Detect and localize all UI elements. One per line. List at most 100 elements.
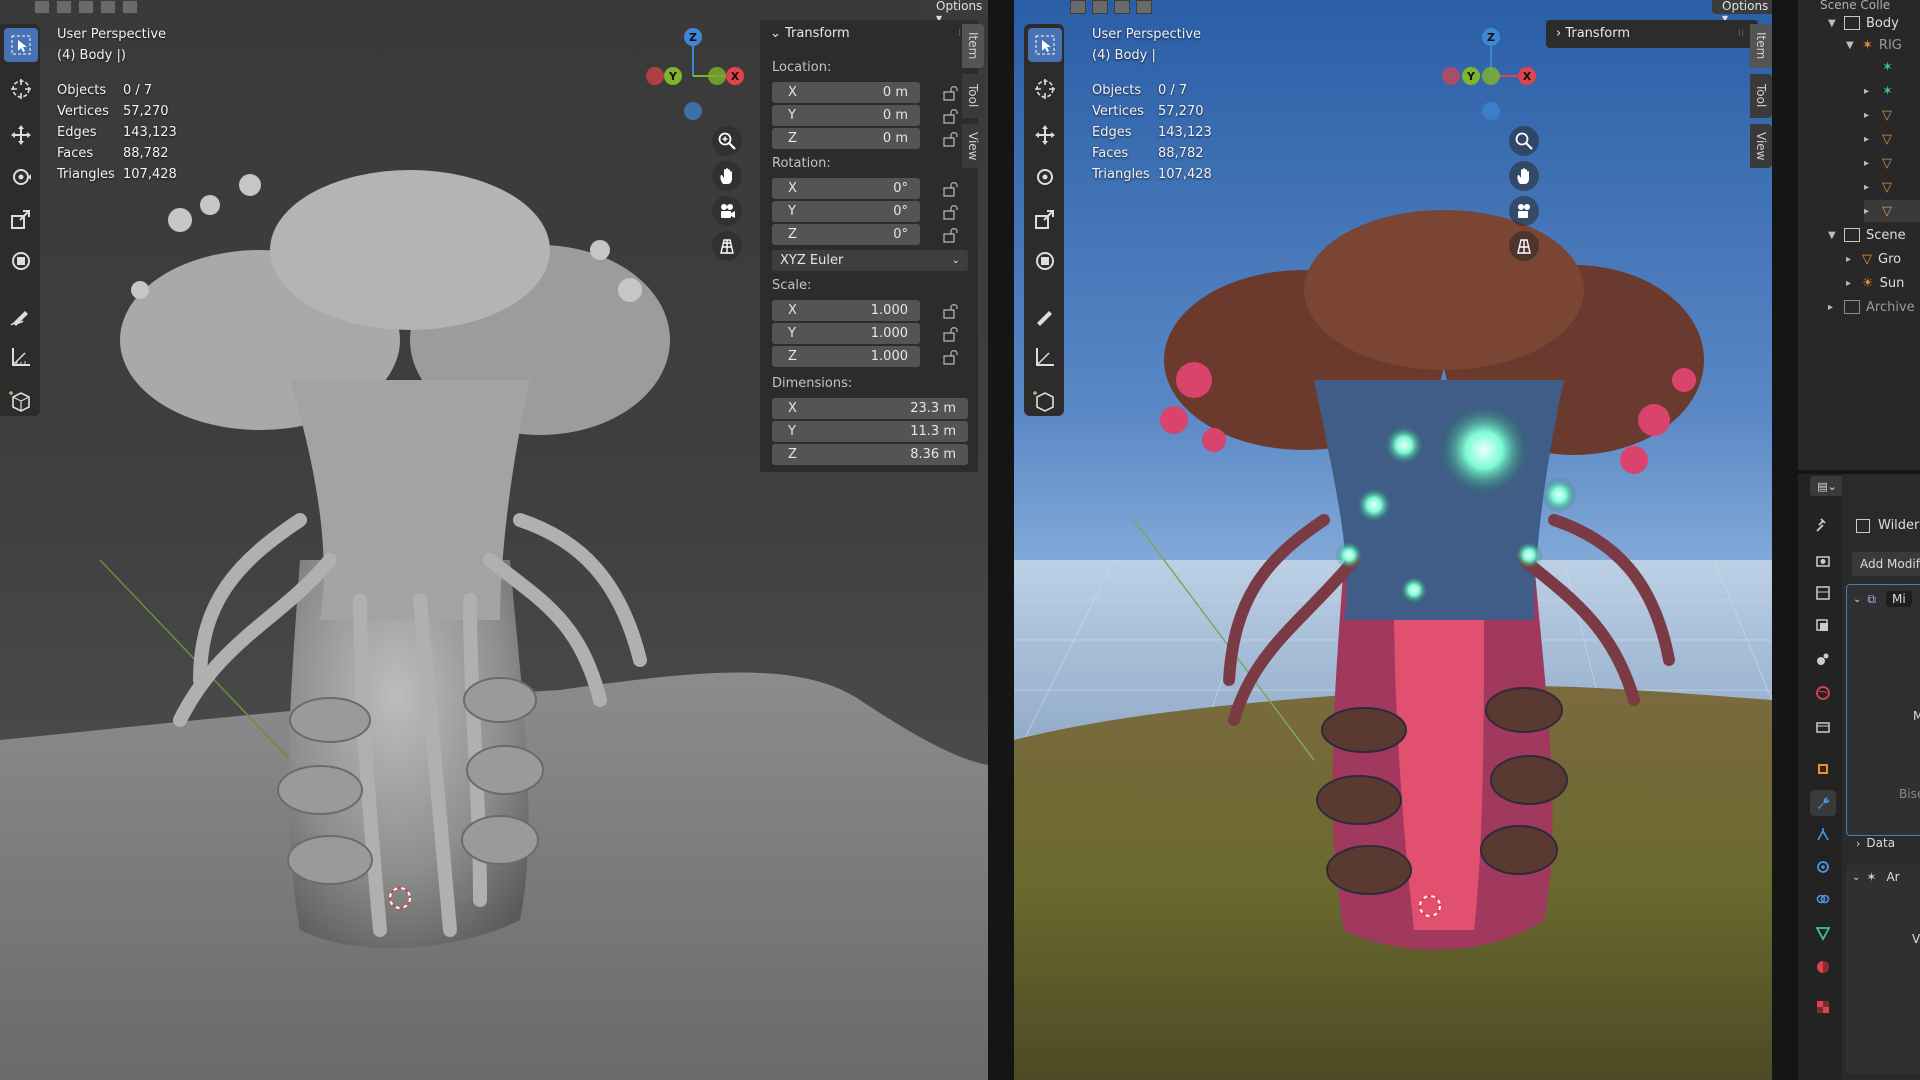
- modifier-wrench-tab-icon[interactable]: [1810, 790, 1836, 816]
- gizmo-y-axis[interactable]: Y: [1462, 67, 1480, 85]
- transform-icon[interactable]: [4, 244, 38, 278]
- zoom-icon[interactable]: [712, 126, 742, 156]
- lock-rotation-z-icon[interactable]: [942, 227, 960, 243]
- dimensions-z-field[interactable]: Z 8.36 m: [772, 444, 968, 465]
- gizmo-x-axis[interactable]: X: [726, 67, 744, 85]
- viewport-left[interactable]: Options ▾ User Perspective (4) Body |) O…: [0, 0, 988, 1080]
- transform-header[interactable]: ⌄ Transform: [770, 26, 850, 41]
- object-data-tab-icon[interactable]: [1810, 920, 1836, 946]
- lock-location-z-icon[interactable]: [942, 131, 960, 147]
- world-tab-icon[interactable]: [1810, 680, 1836, 706]
- cursor-icon[interactable]: [1028, 72, 1062, 106]
- select-box-icon[interactable]: [1028, 28, 1062, 62]
- select-mode-button-right[interactable]: [1070, 0, 1086, 14]
- data-subpanel-header[interactable]: › Data: [1856, 836, 1895, 850]
- area-divider[interactable]: [988, 0, 1014, 1080]
- object-tab-icon[interactable]: [1810, 756, 1836, 782]
- outliner-item-sun[interactable]: ▸ ☀ Sun: [1846, 272, 1904, 294]
- gizmo-neg-x-axis[interactable]: [1442, 67, 1460, 85]
- scale-x-field[interactable]: X 1.000: [772, 300, 920, 321]
- tab-view[interactable]: View: [962, 124, 984, 168]
- select-invert-button-right[interactable]: [1136, 0, 1152, 14]
- view-layer-tab-icon[interactable]: [1810, 612, 1836, 638]
- select-subtract-button-right[interactable]: [1114, 0, 1130, 14]
- pan-hand-icon[interactable]: [1509, 161, 1539, 191]
- editor-type-dropdown[interactable]: ▤⌄: [1810, 476, 1844, 496]
- collection-tab-icon[interactable]: [1810, 714, 1836, 740]
- output-tab-icon[interactable]: [1810, 580, 1836, 606]
- tab-tool[interactable]: Tool: [1750, 74, 1772, 118]
- gizmo-neg-x-axis[interactable]: [646, 67, 664, 85]
- location-x-field[interactable]: X0 m: [772, 82, 920, 103]
- tab-item[interactable]: Item: [962, 24, 984, 68]
- tab-tool[interactable]: Tool: [962, 74, 984, 118]
- outliner-item-archive[interactable]: ▸ Archive: [1828, 296, 1915, 318]
- select-subtract-button[interactable]: [78, 0, 94, 14]
- modifier-1-header[interactable]: ⌄ ⧉ Mi: [1853, 591, 1912, 607]
- perspective-grid-icon[interactable]: [1509, 231, 1539, 261]
- move-icon[interactable]: [4, 118, 38, 152]
- outliner-item-body[interactable]: ▼ Body: [1828, 12, 1899, 34]
- add-cube-icon[interactable]: [4, 384, 38, 418]
- gizmo-neg-z-axis[interactable]: [1482, 102, 1500, 120]
- gizmo-x-axis[interactable]: X: [1518, 67, 1536, 85]
- scale-icon[interactable]: [1028, 202, 1062, 236]
- options-button-right[interactable]: Options ▾: [1712, 0, 1772, 24]
- outliner-item-rig[interactable]: ▼ ✶ RIG: [1846, 34, 1902, 56]
- select-intersect-button[interactable]: [122, 0, 138, 14]
- outliner-item-mesh-2[interactable]: ▸ ▽: [1864, 128, 1892, 150]
- outliner-item-mesh-4[interactable]: ▸ ▽: [1864, 176, 1892, 198]
- lock-scale-x-icon[interactable]: [942, 303, 960, 319]
- scale-icon[interactable]: [4, 202, 38, 236]
- scene-tab-icon[interactable]: [1810, 646, 1836, 672]
- move-icon[interactable]: [1028, 118, 1062, 152]
- gizmo-neg-z-axis[interactable]: [684, 102, 702, 120]
- rotation-x-field[interactable]: X 0°: [772, 178, 920, 199]
- tool-settings-tab-icon[interactable]: [1810, 512, 1836, 538]
- select-invert-button[interactable]: [100, 0, 116, 14]
- camera-view-icon[interactable]: [712, 196, 742, 226]
- annotate-icon[interactable]: [1028, 298, 1062, 332]
- measure-icon[interactable]: [4, 340, 38, 374]
- gizmo-neg-y-axis[interactable]: [708, 67, 726, 85]
- viewport-right[interactable]: Options ▾ User Perspective (4) Body | Ob…: [1014, 0, 1772, 1080]
- lock-rotation-x-icon[interactable]: [942, 181, 960, 197]
- lock-location-y-icon[interactable]: [942, 108, 960, 124]
- camera-view-icon[interactable]: [1509, 196, 1539, 226]
- outliner-item-ground[interactable]: ▸ ▽ Gro: [1846, 248, 1901, 270]
- tab-view[interactable]: View: [1750, 124, 1772, 168]
- select-extend-button-right[interactable]: [1092, 0, 1108, 14]
- lock-location-x-icon[interactable]: [942, 85, 960, 101]
- texture-tab-icon[interactable]: [1810, 994, 1836, 1020]
- add-cube-icon[interactable]: [1028, 384, 1062, 418]
- scale-z-field[interactable]: Z 1.000: [772, 346, 920, 367]
- lock-scale-z-icon[interactable]: [942, 349, 960, 365]
- outliner-item-bone-2[interactable]: ▸ ✶: [1864, 80, 1893, 102]
- cursor-icon[interactable]: [4, 72, 38, 106]
- outliner-item-mesh-selected[interactable]: ▸ ▽: [1864, 200, 1920, 222]
- physics-tab-icon[interactable]: [1810, 854, 1836, 880]
- expand-arrow-icon[interactable]: ▼: [1828, 18, 1840, 29]
- perspective-grid-icon[interactable]: [712, 231, 742, 261]
- rotation-y-field[interactable]: Y 0°: [772, 201, 920, 222]
- area-divider-right[interactable]: [1772, 0, 1798, 1080]
- lock-scale-y-icon[interactable]: [942, 326, 960, 342]
- drag-handle-icon[interactable]: ⁞⁞: [1738, 28, 1744, 39]
- rotate-icon[interactable]: [4, 160, 38, 194]
- modifier-2-header[interactable]: ⌄ ✶ Ar: [1852, 870, 1900, 884]
- select-box-icon[interactable]: [4, 28, 38, 62]
- annotate-icon[interactable]: [4, 298, 38, 332]
- outliner-item-scene[interactable]: ▼ Scene: [1828, 224, 1906, 246]
- material-tab-icon[interactable]: [1810, 954, 1836, 980]
- transform-panel-collapsed[interactable]: › Transform ⁞⁞: [1546, 20, 1758, 48]
- navigation-gizmo-right[interactable]: Z X Y: [1432, 26, 1542, 126]
- transform-header-right[interactable]: › Transform: [1556, 26, 1630, 41]
- dimensions-y-field[interactable]: Y 11.3 m: [772, 421, 968, 442]
- navigation-gizmo-left[interactable]: Z X Y: [640, 26, 750, 126]
- gizmo-y-axis[interactable]: Y: [664, 67, 682, 85]
- gizmo-neg-y-axis[interactable]: [1482, 67, 1500, 85]
- select-mode-button[interactable]: [34, 0, 50, 14]
- particles-tab-icon[interactable]: [1810, 822, 1836, 848]
- outliner-item-bone[interactable]: ✶: [1882, 56, 1893, 78]
- outliner-item-mesh-1[interactable]: ▸ ▽: [1864, 104, 1892, 126]
